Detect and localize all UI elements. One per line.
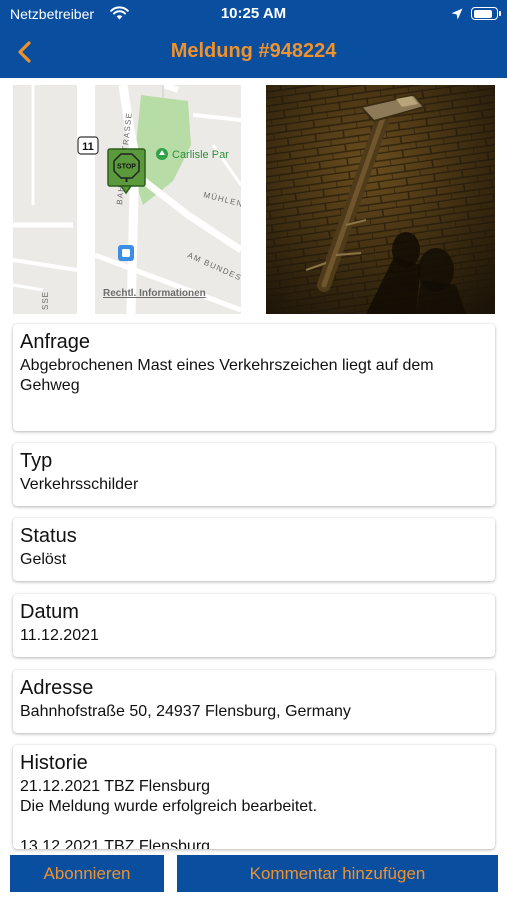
- card-typ: Typ Verkehrsschilder: [13, 443, 495, 506]
- main-road: [77, 85, 95, 314]
- subscribe-button[interactable]: Abonnieren: [10, 855, 164, 892]
- add-comment-button[interactable]: Kommentar hinzufügen: [177, 855, 498, 892]
- history-entry-2-header: 13.12.2021 TBZ Flensburg: [20, 838, 211, 849]
- card-anfrage-title: Anfrage: [20, 331, 91, 353]
- nav-bar: Meldung #948224: [0, 28, 507, 78]
- map-legal-link[interactable]: Rechtl. Informationen: [103, 288, 206, 299]
- report-photo[interactable]: [266, 85, 495, 314]
- card-adresse-value: Bahnhofstraße 50, 24937 Flensburg, Germa…: [20, 703, 351, 720]
- card-datum-title: Datum: [20, 601, 79, 623]
- street-label-4: SSE: [41, 291, 50, 310]
- battery-icon: [471, 7, 501, 20]
- history-entry-1-text: Die Meldung wurde erfolgreich bearbeitet…: [20, 798, 318, 815]
- status-time: 10:25 AM: [220, 5, 287, 22]
- card-historie-title: Historie: [20, 752, 88, 774]
- report-pin-icon: STOP: [107, 148, 146, 195]
- card-historie: Historie 21.12.2021 TBZ Flensburg Die Me…: [13, 745, 495, 849]
- page-title: Meldung #948224: [170, 40, 337, 62]
- report-photo-image: [266, 85, 495, 314]
- card-datum-value: 11.12.2021: [20, 627, 99, 644]
- card-adresse-title: Adresse: [20, 677, 94, 699]
- map-canvas: 11 Carlisle Par BAHNHOFSTRASSE MÜHLENT A…: [13, 85, 241, 314]
- location-arrow-icon: [451, 7, 463, 23]
- card-adresse: Adresse Bahnhofstraße 50, 24937 Flensbur…: [13, 670, 495, 733]
- map-view[interactable]: 11 Carlisle Par BAHNHOFSTRASSE MÜHLENT A…: [13, 85, 241, 314]
- card-status: Status Gelöst: [13, 518, 495, 581]
- card-anfrage: Anfrage Abgebrochenen Mast eines Verkehr…: [13, 324, 495, 431]
- park-label: Carlisle Par: [172, 149, 229, 161]
- road-number-label: 11: [82, 141, 94, 153]
- status-bar: Netzbetreiber 10:25 AM: [0, 0, 507, 28]
- history-entry-1-header: 21.12.2021 TBZ Flensburg: [20, 778, 211, 795]
- card-typ-value: Verkehrsschilder: [20, 476, 139, 493]
- card-anfrage-value: Abgebrochenen Mast eines Verkehrszeichen…: [20, 357, 434, 394]
- card-status-value: Gelöst: [20, 551, 67, 568]
- battery-level-fill: [473, 9, 493, 18]
- header: Netzbetreiber 10:25 AM Meldung #948224: [0, 0, 507, 78]
- pin-sign-label: STOP: [117, 164, 136, 171]
- card-status-title: Status: [20, 525, 77, 547]
- card-datum: Datum 11.12.2021: [13, 594, 495, 657]
- card-typ-title: Typ: [20, 450, 53, 472]
